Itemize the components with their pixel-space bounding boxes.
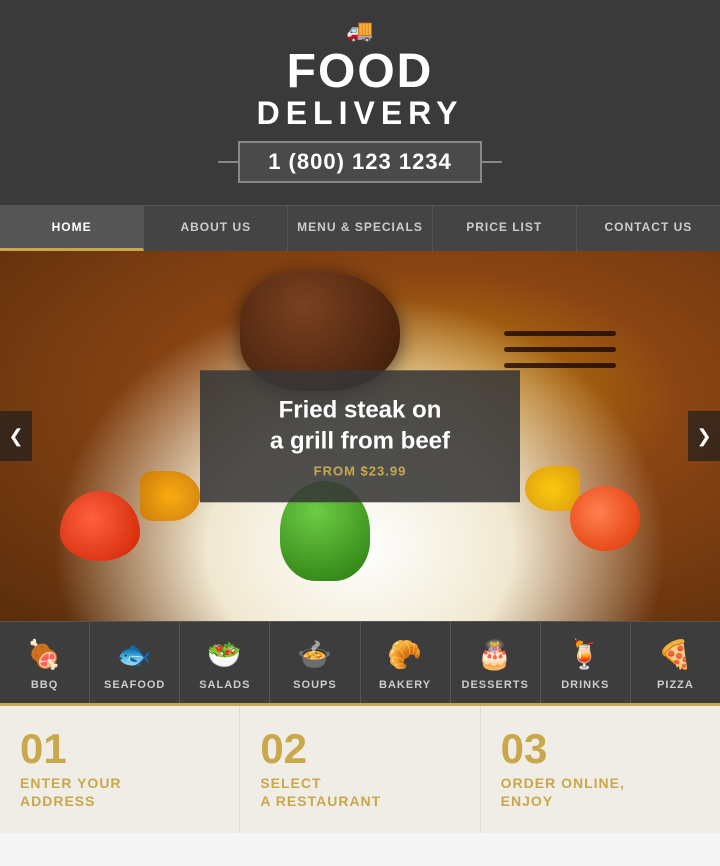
dish-price: FROM $23.99	[236, 463, 484, 478]
drinks-icon: 🍹	[546, 638, 625, 671]
desserts-icon: 🎂	[456, 638, 535, 671]
cat-drinks[interactable]: 🍹 DRINKS	[541, 622, 631, 703]
cat-desserts[interactable]: 🎂 DESSERTS	[451, 622, 541, 703]
nav-contact[interactable]: CONTACT US	[577, 206, 720, 251]
main-nav: HOME ABOUT US MENU & SPECIALS PRICE LIST…	[0, 205, 720, 251]
cat-pizza[interactable]: 🍕 PIZZA	[631, 622, 720, 703]
cat-soups-label: SOUPS	[293, 679, 337, 691]
pizza-icon: 🍕	[636, 638, 715, 671]
brand-title-delivery: DELIVERY	[10, 96, 710, 131]
hero-slider: ❮ Fried steak ona grill from beef FROM $…	[0, 251, 720, 621]
nav-menu[interactable]: MENU & SPECIALS	[288, 206, 432, 251]
seafood-icon: 🐟	[95, 638, 174, 671]
cat-salads-label: SALADS	[199, 679, 250, 691]
hero-info-box: Fried steak ona grill from beef FROM $23…	[200, 371, 520, 502]
cat-salads[interactable]: 🥗 SALADS	[180, 622, 270, 703]
cat-seafood-label: SEAFOOD	[104, 679, 165, 691]
category-bar: 🍖 BBQ 🐟 SEAFOOD 🥗 SALADS 🍲 SOUPS 🥐 BAKER…	[0, 621, 720, 703]
garnish-right	[525, 466, 580, 511]
cat-seafood[interactable]: 🐟 SEAFOOD	[90, 622, 180, 703]
bakery-icon: 🥐	[366, 638, 445, 671]
step-2-number: 02	[260, 728, 459, 770]
cat-desserts-label: DESSERTS	[462, 679, 529, 691]
step-1: 01 ENTER YOURADDRESS	[0, 706, 240, 832]
cat-drinks-label: DRINKS	[561, 679, 609, 691]
dish-name: Fried steak ona grill from beef	[236, 395, 484, 457]
step-3-title: ORDER ONLINE,ENJOY	[501, 774, 700, 810]
cat-bakery[interactable]: 🥐 BAKERY	[361, 622, 451, 703]
steps-section: 01 ENTER YOURADDRESS 02 SELECTA RESTAURA…	[0, 703, 720, 832]
step-1-title: ENTER YOURADDRESS	[20, 774, 219, 810]
step-1-number: 01	[20, 728, 219, 770]
step-2: 02 SELECTA RESTAURANT	[240, 706, 480, 832]
cat-bakery-label: BAKERY	[379, 679, 431, 691]
nav-about[interactable]: ABOUT US	[144, 206, 288, 251]
soups-icon: 🍲	[275, 638, 354, 671]
phone-number[interactable]: 1 (800) 123 1234	[238, 141, 482, 183]
brand-title-food: FOOD	[10, 48, 710, 96]
nav-home[interactable]: HOME	[0, 206, 144, 251]
cat-bbq-label: BBQ	[31, 679, 58, 691]
next-slide-button[interactable]: ❯	[688, 411, 720, 461]
cat-soups[interactable]: 🍲 SOUPS	[270, 622, 360, 703]
bbq-icon: 🍖	[5, 638, 84, 671]
cat-pizza-label: PIZZA	[657, 679, 694, 691]
tomato-right	[570, 486, 640, 551]
prev-slide-button[interactable]: ❮	[0, 411, 32, 461]
step-3-number: 03	[501, 728, 700, 770]
garnish-left	[140, 471, 200, 521]
cat-bbq[interactable]: 🍖 BBQ	[0, 622, 90, 703]
step-3: 03 ORDER ONLINE,ENJOY	[481, 706, 720, 832]
header: 🚚 FOOD DELIVERY 1 (800) 123 1234	[0, 0, 720, 205]
step-2-title: SELECTA RESTAURANT	[260, 774, 459, 810]
nav-price[interactable]: PRICE LIST	[433, 206, 577, 251]
truck-icon: 🚚	[10, 18, 710, 44]
salads-icon: 🥗	[185, 638, 264, 671]
